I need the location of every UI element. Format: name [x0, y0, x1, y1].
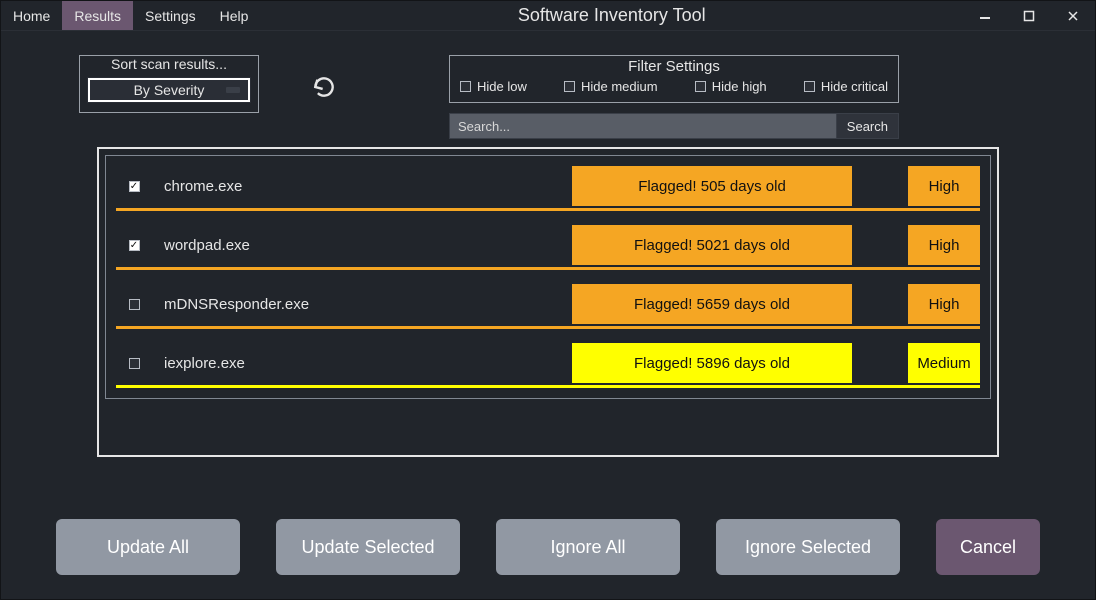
filter-hide-critical[interactable]: Hide critical — [804, 79, 888, 94]
menu-item-results[interactable]: Results — [62, 1, 133, 30]
result-severity: Medium — [908, 343, 980, 383]
result-flag: Flagged! 505 days old — [572, 166, 852, 206]
result-checkbox[interactable] — [116, 284, 152, 324]
result-row: iexplore.exeFlagged! 5896 days old Medium — [116, 343, 980, 383]
filter-hide-low[interactable]: Hide low — [460, 79, 527, 94]
checkbox-icon — [129, 358, 140, 369]
result-severity: High — [908, 166, 980, 206]
action-bar: Update All Update Selected Ignore All Ig… — [1, 519, 1095, 575]
filter-panel-title: Filter Settings — [460, 58, 888, 75]
result-row: wordpad.exeFlagged! 5021 days old High — [116, 225, 980, 265]
sort-select-value: By Severity — [134, 82, 205, 98]
search-button[interactable]: Search — [837, 113, 899, 139]
result-severity: High — [908, 225, 980, 265]
results-panel: chrome.exeFlagged! 505 days oldHighwordp… — [97, 147, 999, 457]
filter-label: Hide high — [712, 79, 767, 94]
sort-panel: Sort scan results... By Severity — [79, 55, 259, 113]
result-flag: Flagged! 5896 days old — [572, 343, 852, 383]
filter-label: Hide low — [477, 79, 527, 94]
result-name: mDNSResponder.exe — [152, 284, 572, 324]
checkbox-icon — [129, 181, 140, 192]
refresh-icon — [311, 74, 337, 100]
minimize-button[interactable] — [963, 1, 1007, 31]
result-name: chrome.exe — [152, 166, 572, 206]
sort-select[interactable]: By Severity — [88, 78, 250, 102]
window-controls — [963, 1, 1095, 30]
checkbox-icon — [695, 81, 706, 92]
filter-hide-medium[interactable]: Hide medium — [564, 79, 658, 94]
filter-panel: Filter Settings Hide low Hide medium Hide … — [449, 55, 899, 103]
result-checkbox[interactable] — [116, 166, 152, 206]
menu-item-home[interactable]: Home — [1, 1, 62, 30]
filter-label: Hide critical — [821, 79, 888, 94]
sort-panel-title: Sort scan results... — [80, 54, 258, 74]
maximize-button[interactable] — [1007, 1, 1051, 31]
result-name: iexplore.exe — [152, 343, 572, 383]
checkbox-icon — [564, 81, 575, 92]
cancel-button[interactable]: Cancel — [936, 519, 1040, 575]
main-menu: HomeResultsSettingsHelp — [1, 1, 260, 30]
window-title: Software Inventory Tool — [260, 1, 963, 30]
close-button[interactable] — [1051, 1, 1095, 31]
checkbox-icon — [129, 240, 140, 251]
result-checkbox[interactable] — [116, 225, 152, 265]
results-list: chrome.exeFlagged! 505 days oldHighwordp… — [105, 155, 991, 399]
titlebar: HomeResultsSettingsHelp Software Invento… — [1, 1, 1095, 31]
dropdown-handle-icon — [226, 87, 240, 93]
update-all-button[interactable]: Update All — [56, 519, 240, 575]
result-row: mDNSResponder.exeFlagged! 5659 days old H… — [116, 284, 980, 324]
menu-item-settings[interactable]: Settings — [133, 1, 208, 30]
checkbox-icon — [804, 81, 815, 92]
result-name: wordpad.exe — [152, 225, 572, 265]
result-severity: High — [908, 284, 980, 324]
search-input[interactable] — [449, 113, 837, 139]
result-flag: Flagged! 5021 days old — [572, 225, 852, 265]
ignore-all-button[interactable]: Ignore All — [496, 519, 680, 575]
menu-item-help[interactable]: Help — [208, 1, 261, 30]
result-row: chrome.exeFlagged! 505 days old High — [116, 166, 980, 206]
checkbox-icon — [129, 299, 140, 310]
update-selected-button[interactable]: Update Selected — [276, 519, 460, 575]
ignore-selected-button[interactable]: Ignore Selected — [716, 519, 900, 575]
refresh-button[interactable] — [310, 73, 338, 101]
result-flag: Flagged! 5659 days old — [572, 284, 852, 324]
filter-hide-high[interactable]: Hide high — [695, 79, 767, 94]
filter-label: Hide medium — [581, 79, 658, 94]
result-checkbox[interactable] — [116, 343, 152, 383]
checkbox-icon — [460, 81, 471, 92]
